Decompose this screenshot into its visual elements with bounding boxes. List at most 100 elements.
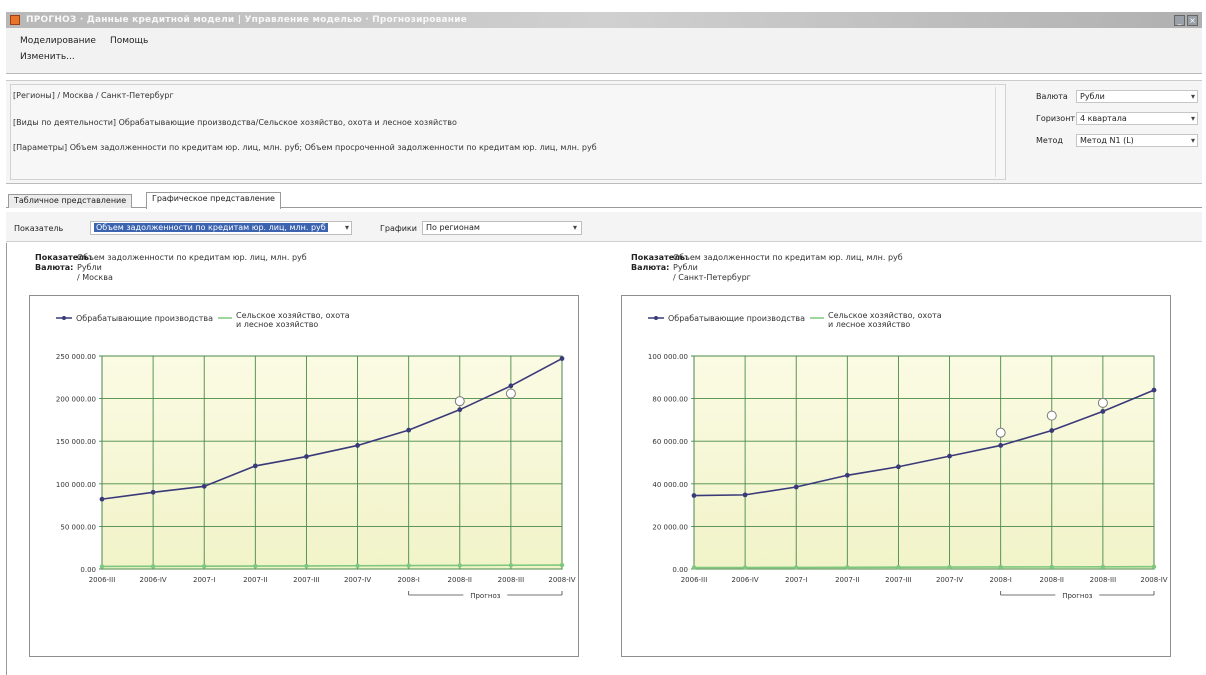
data-point-agriculture bbox=[794, 565, 799, 570]
data-point-manufacturing bbox=[691, 493, 697, 498]
data-point-agriculture bbox=[691, 565, 697, 570]
parameters-text-area[interactable]: [Регионы] / Москва / Санкт-Петербург [Ви… bbox=[10, 84, 1006, 180]
tab-table-view[interactable]: Табличное представление bbox=[8, 194, 133, 208]
data-point-manufacturing bbox=[559, 356, 565, 361]
data-point-agriculture bbox=[1151, 564, 1157, 569]
data-point-manufacturing bbox=[508, 383, 514, 389]
x-tick-label: 2007-IV bbox=[344, 576, 371, 584]
forecast-label: Прогноз bbox=[1062, 592, 1093, 600]
currency-key: Валюта: bbox=[631, 263, 670, 272]
x-tick-label: 2008-II bbox=[1040, 576, 1064, 584]
legend-label-agriculture-2: и лесное хозяйство bbox=[236, 320, 318, 329]
currency-select[interactable]: Рубли ▾ bbox=[1076, 89, 1198, 103]
chart-panel-moscow: Обрабатывающие производства Сельское хозя… bbox=[29, 295, 579, 657]
data-point-agriculture bbox=[355, 563, 360, 568]
data-point-agriculture bbox=[998, 564, 1003, 570]
data-point-manufacturing bbox=[457, 407, 463, 413]
currency-key: Валюта: bbox=[35, 263, 74, 272]
x-tick-label: 2006-III bbox=[89, 576, 116, 584]
app-icon bbox=[10, 15, 20, 25]
x-tick-label: 2006-IV bbox=[732, 576, 759, 584]
x-tick-label: 2007-III bbox=[885, 576, 912, 584]
y-tick-label: 0.00 bbox=[672, 566, 688, 574]
menu-help[interactable]: Помощь bbox=[110, 36, 148, 50]
indicator-key: Показатель: bbox=[631, 253, 689, 262]
data-point-manufacturing bbox=[355, 443, 360, 448]
outlier-point bbox=[995, 427, 1006, 438]
currency-value: Рубли bbox=[1080, 91, 1105, 101]
chevron-down-icon: ▾ bbox=[1190, 91, 1195, 101]
currency-label: Валюта bbox=[1036, 91, 1068, 101]
line-chart-moscow: Обрабатывающие производства Сельское хозя… bbox=[56, 311, 576, 600]
line-chart-spb: Обрабатывающие производства Сельское хозя… bbox=[648, 311, 1168, 600]
currency-text: Рубли bbox=[673, 263, 698, 272]
indicator-select[interactable]: Объем задолженности по кредитам юр. лиц,… bbox=[90, 221, 352, 235]
data-point-manufacturing bbox=[1151, 387, 1157, 393]
data-point-agriculture bbox=[845, 565, 850, 570]
param-regions: [Регионы] / Москва / Санкт-Петербург bbox=[13, 91, 174, 100]
x-tick-label: 2008-IV bbox=[548, 576, 575, 584]
y-tick-label: 20 000.00 bbox=[652, 523, 688, 531]
legend-label-agriculture-2: и лесное хозяйство bbox=[828, 320, 910, 329]
charts-value: По регионам bbox=[426, 223, 480, 232]
x-tick-label: 2008-I bbox=[989, 576, 1011, 584]
chart-panel-spb: Обрабатывающие производства Сельское хозя… bbox=[621, 295, 1171, 657]
legend-label-agriculture: Сельское хозяйство, охота bbox=[828, 311, 942, 320]
charts-area: Показатель: Объем задолженности по креди… bbox=[6, 243, 1202, 675]
x-tick-label: 2008-I bbox=[397, 576, 419, 584]
params-scrollbar[interactable] bbox=[995, 87, 1003, 177]
data-point-agriculture bbox=[742, 565, 748, 570]
region-text: / Москва bbox=[77, 273, 113, 282]
edit-button[interactable]: Изменить... bbox=[20, 52, 75, 62]
charts-select[interactable]: По регионам ▾ bbox=[422, 221, 582, 235]
tab-graph-view[interactable]: Графическое представление bbox=[146, 192, 281, 209]
x-tick-label: 2008-III bbox=[1090, 576, 1117, 584]
y-tick-label: 40 000.00 bbox=[652, 481, 688, 489]
outlier-point bbox=[1097, 397, 1108, 408]
data-point-agriculture bbox=[508, 563, 514, 568]
x-tick-label: 2006-IV bbox=[140, 576, 167, 584]
legend-marker-manufacturing bbox=[654, 316, 658, 320]
method-value: Метод N1 (L) bbox=[1080, 135, 1134, 145]
x-tick-label: 2007-I bbox=[785, 576, 807, 584]
parameters-panel: [Регионы] / Москва / Санкт-Петербург [Ви… bbox=[6, 80, 1202, 184]
x-tick-label: 2007-IV bbox=[936, 576, 963, 584]
data-point-manufacturing bbox=[252, 463, 258, 469]
indicator-text: Объем задолженности по кредитам юр. лиц,… bbox=[77, 253, 307, 262]
x-tick-label: 2007-III bbox=[293, 576, 320, 584]
data-point-manufacturing bbox=[1049, 428, 1055, 433]
window-title: ПРОГНОЗ · Данные кредитной модели | Упра… bbox=[26, 15, 468, 25]
y-tick-label: 250 000.00 bbox=[56, 353, 96, 361]
outlier-point bbox=[1046, 410, 1057, 421]
y-tick-label: 200 000.00 bbox=[56, 396, 96, 404]
data-point-agriculture bbox=[99, 564, 105, 569]
data-point-manufacturing bbox=[201, 483, 207, 489]
menu-modeling[interactable]: Моделирование bbox=[20, 36, 96, 50]
legend-label-manufacturing: Обрабатывающие производства bbox=[76, 314, 213, 323]
x-tick-label: 2006-III bbox=[681, 576, 708, 584]
method-select[interactable]: Метод N1 (L) ▾ bbox=[1076, 133, 1198, 147]
indicator-value: Объем задолженности по кредитам юр. лиц,… bbox=[94, 223, 328, 232]
x-tick-label: 2008-III bbox=[498, 576, 525, 584]
minimize-button[interactable]: _ bbox=[1174, 14, 1185, 26]
indicator-label: Показатель bbox=[14, 224, 64, 233]
data-point-agriculture bbox=[202, 563, 207, 569]
data-point-manufacturing bbox=[406, 427, 412, 433]
plot-area bbox=[693, 355, 1155, 570]
data-point-agriculture bbox=[1049, 564, 1054, 570]
horizon-select[interactable]: 4 квартала ▾ bbox=[1076, 111, 1198, 125]
horizon-value: 4 квартала bbox=[1080, 113, 1127, 123]
forecast-label: Прогноз bbox=[470, 592, 501, 600]
outlier-point bbox=[505, 388, 516, 399]
method-label: Метод bbox=[1036, 135, 1063, 145]
data-point-manufacturing bbox=[99, 496, 105, 502]
param-activities: [Виды по деятельности] Обрабатывающие пр… bbox=[13, 118, 457, 127]
data-point-agriculture bbox=[150, 564, 156, 569]
data-point-manufacturing bbox=[844, 472, 850, 478]
close-button[interactable]: × bbox=[1187, 14, 1198, 26]
window-titlebar[interactable]: ПРОГНОЗ · Данные кредитной модели | Упра… bbox=[6, 12, 1202, 28]
data-point-manufacturing bbox=[896, 464, 901, 470]
data-point-manufacturing bbox=[947, 453, 952, 459]
data-point-manufacturing bbox=[304, 454, 309, 459]
data-point-agriculture bbox=[947, 564, 952, 570]
